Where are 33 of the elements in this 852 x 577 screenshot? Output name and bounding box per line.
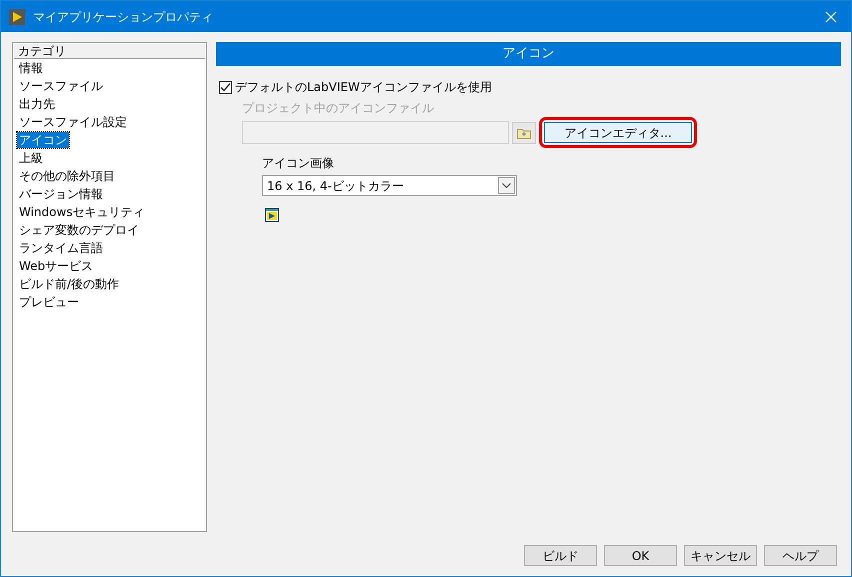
category-item[interactable]: シェア変数のデプロイ <box>17 222 141 238</box>
checkbox[interactable] <box>219 80 232 94</box>
dialog-button[interactable]: キャンセル <box>684 545 757 566</box>
category-item[interactable]: ソースファイル <box>17 78 105 94</box>
category-item[interactable]: プレビュー <box>17 294 81 310</box>
app-icon <box>9 8 25 24</box>
category-item[interactable]: ランタイム言語 <box>17 240 105 256</box>
category-item[interactable]: その他の除外項目 <box>17 168 117 184</box>
category-item[interactable]: ソースファイル設定 <box>17 114 129 130</box>
dropdown-label: アイコン画像 <box>262 155 335 172</box>
checkbox-label: デフォルトのLabVIEWアイコンファイルを使用 <box>235 79 492 96</box>
category-item[interactable]: バージョン情報 <box>17 186 105 202</box>
category-item[interactable]: Webサービス <box>17 258 96 274</box>
chevron-icon <box>502 183 511 188</box>
dialog-button[interactable]: ヘルプ <box>764 545 837 566</box>
category-item[interactable]: Windowsセキュリティ <box>17 204 147 220</box>
category-item[interactable]: 上級 <box>17 150 45 166</box>
icon-editor-button[interactable]: アイコンエディタ... <box>544 122 692 143</box>
list-header: カテゴリ <box>14 44 205 59</box>
category-item[interactable]: ビルド前/後の動作 <box>17 276 122 292</box>
dialog-button[interactable]: ビルド <box>524 545 597 566</box>
category-item[interactable]: アイコン <box>17 132 69 148</box>
close-icon <box>825 10 837 22</box>
folder-icon <box>517 126 531 138</box>
category-item[interactable]: 情報 <box>17 60 45 76</box>
field-label: プロジェクト中のアイコンファイル <box>242 100 435 117</box>
browse-button[interactable] <box>512 122 536 144</box>
category-item[interactable]: 出力先 <box>17 96 57 112</box>
icon-image-dropdown[interactable]: 16 x 16, 4-ビットカラー <box>262 175 517 196</box>
window-title: マイアプリケーションプロパティ <box>33 8 214 26</box>
panel-header: アイコン <box>216 42 841 66</box>
dialog-button[interactable]: OK <box>604 545 677 566</box>
vi-icon <box>265 208 279 222</box>
